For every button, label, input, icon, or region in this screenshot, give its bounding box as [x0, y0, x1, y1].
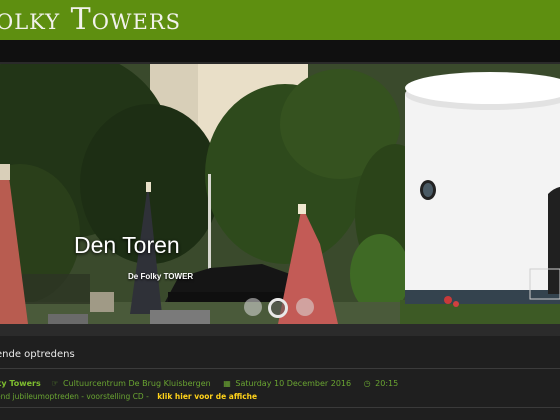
site-logo[interactable]: olky Towers: [0, 0, 181, 40]
event-band[interactable]: ky Towers: [0, 379, 41, 388]
slider-dot-1[interactable]: [244, 298, 262, 316]
event-date: Saturday 10 December 2016: [235, 379, 352, 388]
slider-dot-3[interactable]: [296, 298, 314, 316]
nav-bar: [0, 40, 560, 64]
event-venue[interactable]: Cultuurcentrum De Brug Kluisbergen: [63, 379, 211, 388]
calendar-icon: ▦: [223, 379, 231, 388]
events-divider: [0, 368, 560, 369]
slide-photo: [0, 64, 560, 324]
image-slider[interactable]: Den Toren De Folky TOWER: [0, 64, 560, 324]
map-pointer-icon: ☞: [51, 379, 59, 388]
slide-title: Den Toren: [74, 232, 180, 258]
events-heading: ende optredens: [0, 349, 75, 360]
events-bottom-divider: [0, 407, 560, 408]
event-details: end jubileumoptreden - voorstelling CD -…: [0, 392, 257, 401]
event-description: end jubileumoptreden - voorstelling CD -: [0, 392, 149, 401]
event-row: ky Towers ☞ Cultuurcentrum De Brug Kluis…: [0, 379, 408, 388]
slider-dot-2[interactable]: [268, 298, 288, 318]
event-time: 20:15: [375, 379, 399, 388]
clock-icon: ◷: [363, 379, 371, 388]
section-separator: [0, 324, 560, 336]
site-header: olky Towers: [0, 0, 560, 40]
poster-link[interactable]: klik hier voor de affiche: [157, 392, 257, 401]
slide-subtitle: De Folky TOWER: [128, 272, 194, 281]
